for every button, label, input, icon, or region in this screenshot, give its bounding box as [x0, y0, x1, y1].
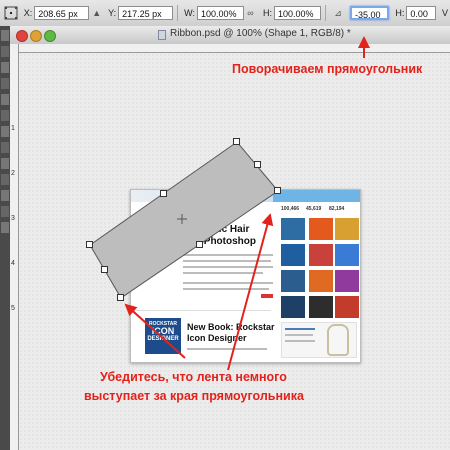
transform-handle[interactable]	[86, 241, 93, 248]
transform-handle[interactable]	[101, 266, 108, 273]
arrow-to-right-edge	[227, 213, 274, 371]
rotated-rectangle-shape[interactable]	[89, 141, 279, 299]
annotation-ribbon-line2: выступает за края прямоугольника	[84, 389, 304, 403]
annotation-rotate: Поворачиваем прямоугольник	[232, 62, 423, 76]
transform-handle[interactable]	[254, 161, 261, 168]
transform-handle[interactable]	[233, 138, 240, 145]
annotation-ribbon-line1: Убедитесь, что лента немного	[100, 370, 287, 384]
transform-handle[interactable]	[196, 241, 203, 248]
transform-handle[interactable]	[117, 294, 124, 301]
transform-handle[interactable]	[160, 190, 167, 197]
transform-handle[interactable]	[274, 187, 281, 194]
arrow-to-left-corner	[124, 303, 186, 359]
